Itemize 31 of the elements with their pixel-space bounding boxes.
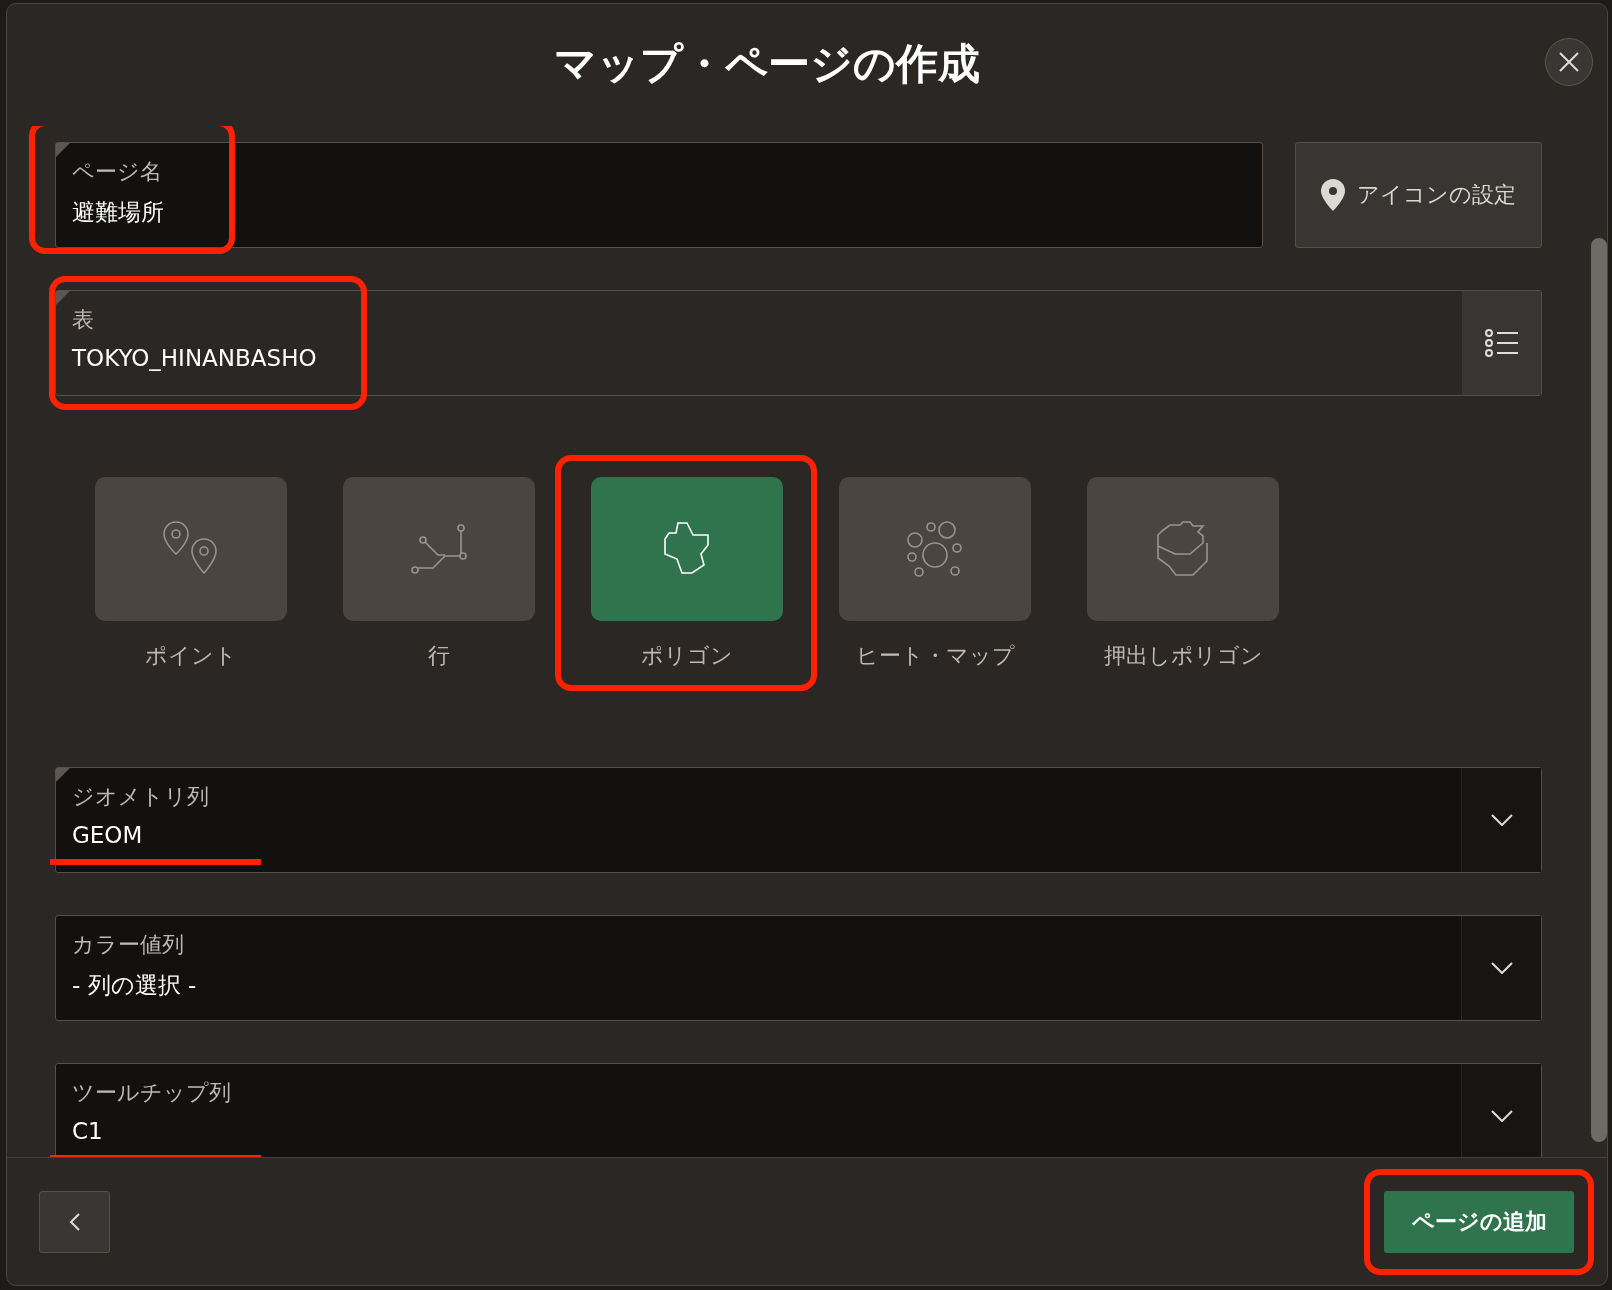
- add-page-button[interactable]: ページの追加: [1384, 1190, 1574, 1253]
- set-icon-button[interactable]: アイコンの設定: [1295, 142, 1542, 248]
- field-value: - 列の選択 -: [72, 971, 198, 1000]
- select-field[interactable]: ツールチップ列 C1: [55, 1063, 1542, 1157]
- page-name-field[interactable]: ページ名 避難場所: [55, 142, 1263, 248]
- chevron-left-icon: [68, 1211, 81, 1232]
- select-field[interactable]: ジオメトリ列 GEOM: [55, 767, 1542, 873]
- scrollbar[interactable]: [1591, 238, 1607, 1142]
- line-path-icon: [411, 524, 467, 574]
- field-label: 表: [72, 306, 95, 334]
- field-label: ジオメトリ列: [72, 783, 210, 811]
- field-label: カラー値列: [72, 931, 185, 959]
- field-value: 避難場所: [72, 198, 165, 227]
- chevron-down-icon: [1490, 1110, 1513, 1122]
- field-value: TOKYO_HINANBASHO: [72, 345, 318, 371]
- map-pins-icon: [162, 521, 220, 577]
- map-pin-icon: [1321, 179, 1345, 211]
- close-icon: [1558, 51, 1580, 73]
- list-icon: [1484, 329, 1519, 357]
- dialog-title: マップ・ページの作成: [554, 38, 980, 90]
- chevron-down-icon: [1490, 814, 1513, 826]
- field-label: ページ名: [72, 158, 163, 186]
- field-label: ツールチップ列: [72, 1079, 232, 1107]
- field-value: C1: [72, 1118, 104, 1144]
- bubbles-icon: [906, 521, 964, 577]
- field-value: GEOM: [72, 822, 144, 848]
- table-field[interactable]: 表 TOKYO_HINANBASHO: [55, 290, 1542, 396]
- close-button[interactable]: [1545, 38, 1593, 86]
- list-button[interactable]: [1461, 291, 1541, 395]
- select-field[interactable]: カラー値列 - 列の選択 -: [55, 915, 1542, 1021]
- chevron-down-icon: [1490, 962, 1513, 974]
